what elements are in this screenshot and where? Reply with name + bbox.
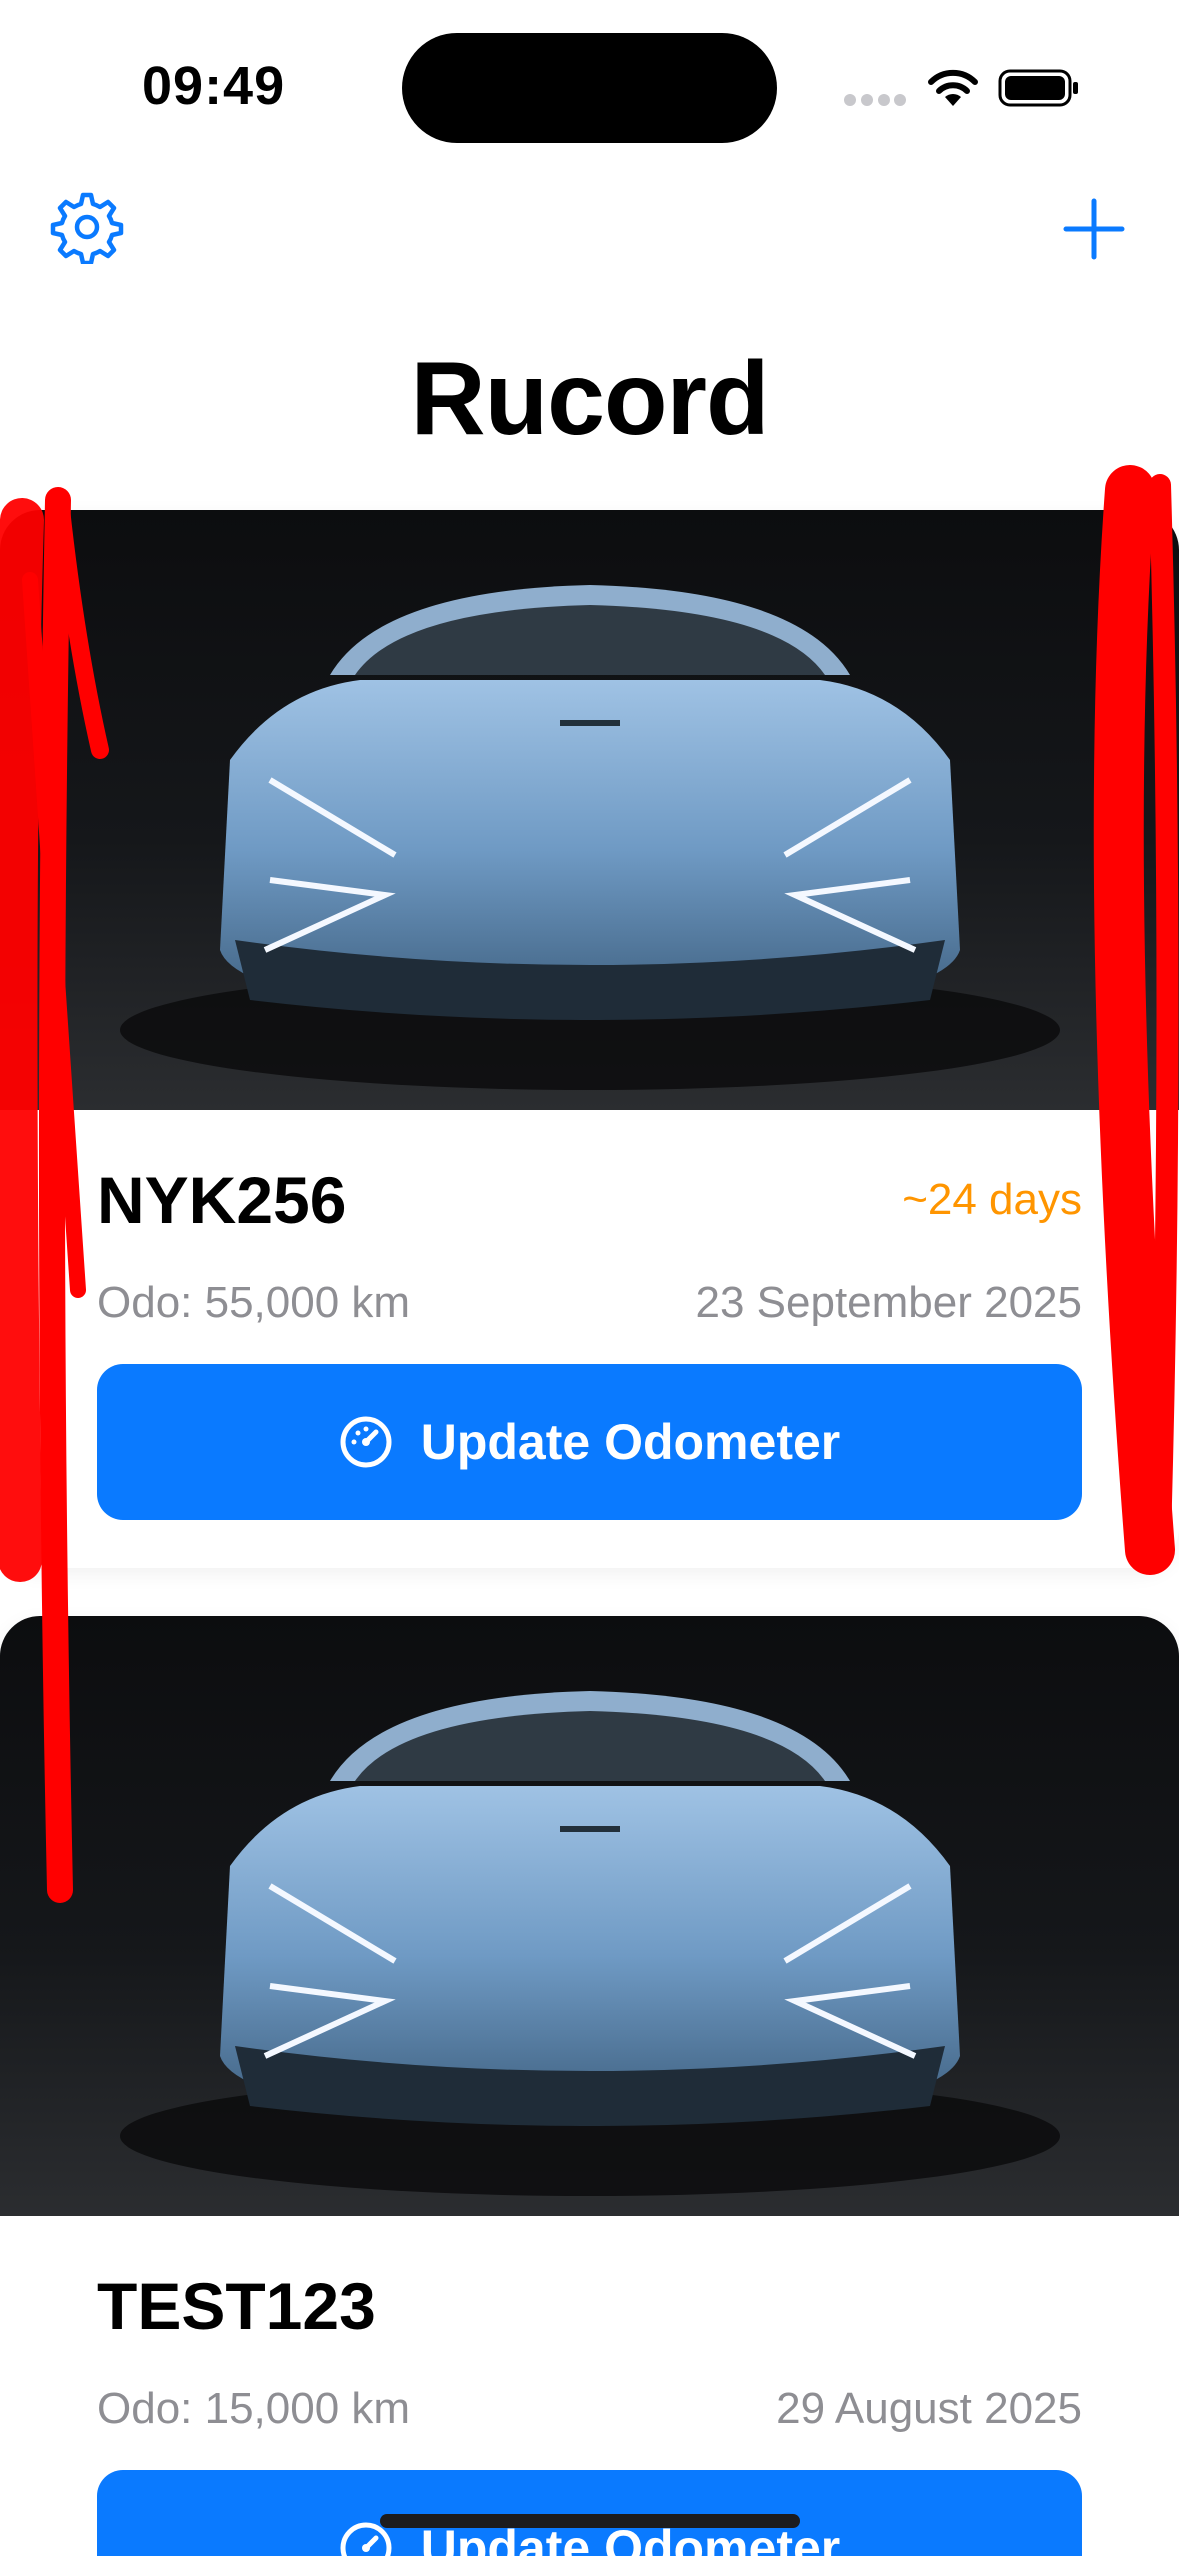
gear-icon bbox=[50, 192, 124, 264]
dynamic-island bbox=[402, 33, 777, 143]
vehicle-card[interactable]: TEST123 Odo: 15,000 km 29 August 2025 Up… bbox=[0, 1616, 1179, 2556]
car-photo bbox=[0, 1616, 1179, 2216]
odometer-reading: Odo: 15,000 km bbox=[97, 2384, 411, 2433]
add-vehicle-button[interactable] bbox=[1058, 193, 1130, 265]
gauge-icon bbox=[340, 1416, 392, 1468]
odometer-reading: Odo: 55,000 km bbox=[97, 1278, 411, 1327]
battery-icon bbox=[998, 69, 1078, 107]
cellular-signal-icon bbox=[844, 94, 906, 108]
status-time: 09:49 bbox=[142, 56, 286, 116]
page-title: Rucord bbox=[410, 341, 770, 457]
home-indicator bbox=[380, 2514, 800, 2528]
vehicle-plate: NYK256 bbox=[97, 1163, 347, 1237]
plus-icon bbox=[1063, 198, 1125, 260]
last-updated-date: 23 September 2025 bbox=[695, 1278, 1082, 1327]
app-screen: 09:49 Rucord NYK256 ~24 days Odo: 55,000… bbox=[0, 0, 1179, 2556]
last-updated-date: 29 August 2025 bbox=[776, 2384, 1082, 2433]
update-odometer-button[interactable]: Update Odometer bbox=[97, 1364, 1082, 1520]
wifi-icon bbox=[928, 69, 978, 106]
car-photo bbox=[0, 510, 1179, 1110]
status-bar: 09:49 bbox=[0, 0, 1179, 160]
vehicle-plate: TEST123 bbox=[97, 2269, 376, 2343]
update-odometer-label: Update Odometer bbox=[420, 1414, 841, 1470]
update-odometer-button[interactable]: Update Odometer bbox=[97, 2470, 1082, 2556]
settings-button[interactable] bbox=[50, 190, 124, 264]
service-eta: ~24 days bbox=[902, 1175, 1082, 1224]
vehicle-card[interactable]: NYK256 ~24 days Odo: 55,000 km 23 Septem… bbox=[0, 510, 1179, 1568]
